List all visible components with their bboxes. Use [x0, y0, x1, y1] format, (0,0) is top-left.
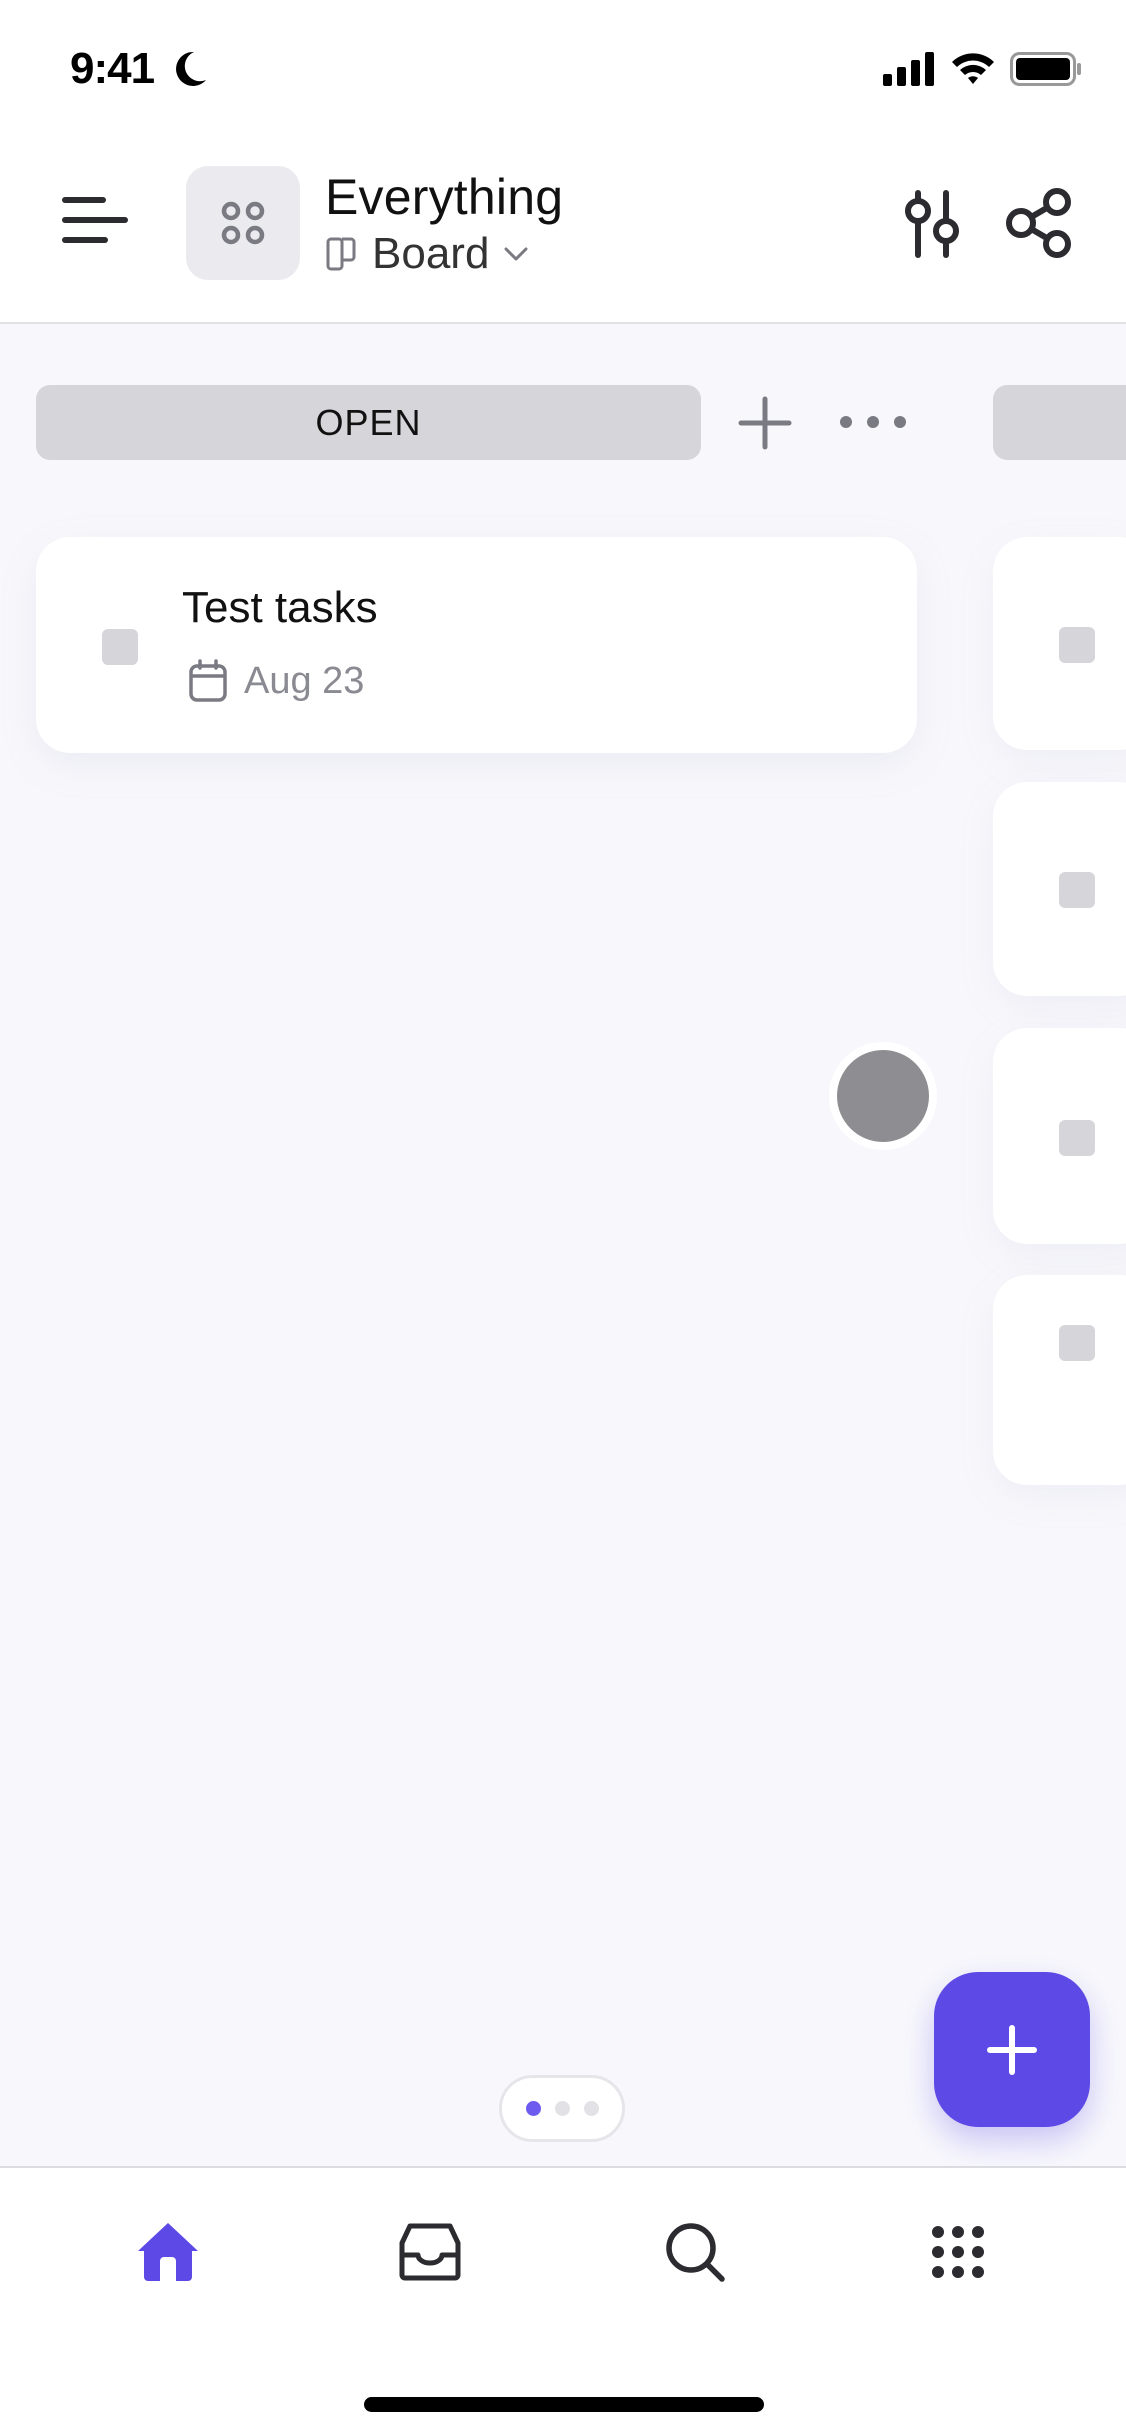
pager-dot[interactable]	[525, 2101, 541, 2116]
more-options-icon[interactable]	[836, 405, 910, 439]
task-title: Test tasks	[182, 583, 378, 632]
view-label: Board	[372, 229, 490, 278]
board-icon	[326, 237, 356, 271]
filter-sliders-icon[interactable]	[900, 185, 966, 261]
pager-dot[interactable]	[554, 2101, 570, 2116]
column-pager	[499, 2075, 625, 2142]
task-due-date: Aug 23	[188, 659, 364, 703]
task-status-checkbox[interactable]	[1059, 627, 1095, 663]
task-card[interactable]: Test tasks Aug 23	[36, 537, 917, 753]
search-icon	[666, 2223, 725, 2282]
task-status-checkbox[interactable]	[1059, 1325, 1095, 1361]
create-task-button[interactable]	[934, 1972, 1090, 2127]
nav-inbox[interactable]	[380, 2210, 480, 2294]
apps-grid-icon	[932, 2226, 984, 2278]
nav-home[interactable]	[118, 2210, 218, 2294]
column-header-open[interactable]: OPEN	[36, 385, 701, 460]
wifi-icon	[952, 53, 994, 84]
task-card[interactable]	[993, 782, 1126, 996]
touch-indicator	[837, 1050, 929, 1142]
task-status-checkbox[interactable]	[102, 629, 138, 665]
calendar-icon	[189, 659, 227, 702]
chevron-down-icon	[504, 247, 528, 261]
task-status-checkbox[interactable]	[1059, 1120, 1095, 1156]
home-indicator[interactable]	[364, 2397, 764, 2412]
nav-search[interactable]	[645, 2210, 745, 2294]
share-icon[interactable]	[1003, 188, 1075, 258]
home-icon	[138, 2223, 198, 2281]
bottom-navigation	[0, 2166, 1126, 2436]
task-status-checkbox[interactable]	[1059, 872, 1095, 908]
menu-icon[interactable]	[60, 195, 130, 245]
status-time: 9:41	[70, 44, 155, 93]
task-card[interactable]	[993, 537, 1126, 750]
inbox-icon	[399, 2223, 461, 2281]
pager-dot[interactable]	[583, 2101, 599, 2116]
moon-icon	[176, 51, 206, 86]
due-date-label: Aug 23	[244, 659, 365, 702]
add-task-icon[interactable]	[737, 395, 793, 451]
column-header-next[interactable]	[993, 385, 1126, 460]
signal-icon	[883, 52, 934, 86]
battery-icon	[1010, 52, 1081, 86]
task-card[interactable]	[993, 1028, 1126, 1244]
task-card[interactable]	[993, 1275, 1126, 1485]
grid-dots-icon	[221, 201, 265, 245]
plus-icon	[987, 2024, 1037, 2075]
nav-more[interactable]	[908, 2210, 1008, 2294]
space-icon-button[interactable]	[186, 166, 300, 280]
page-title: Everything	[325, 169, 564, 225]
view-switcher[interactable]: Board	[326, 228, 529, 280]
